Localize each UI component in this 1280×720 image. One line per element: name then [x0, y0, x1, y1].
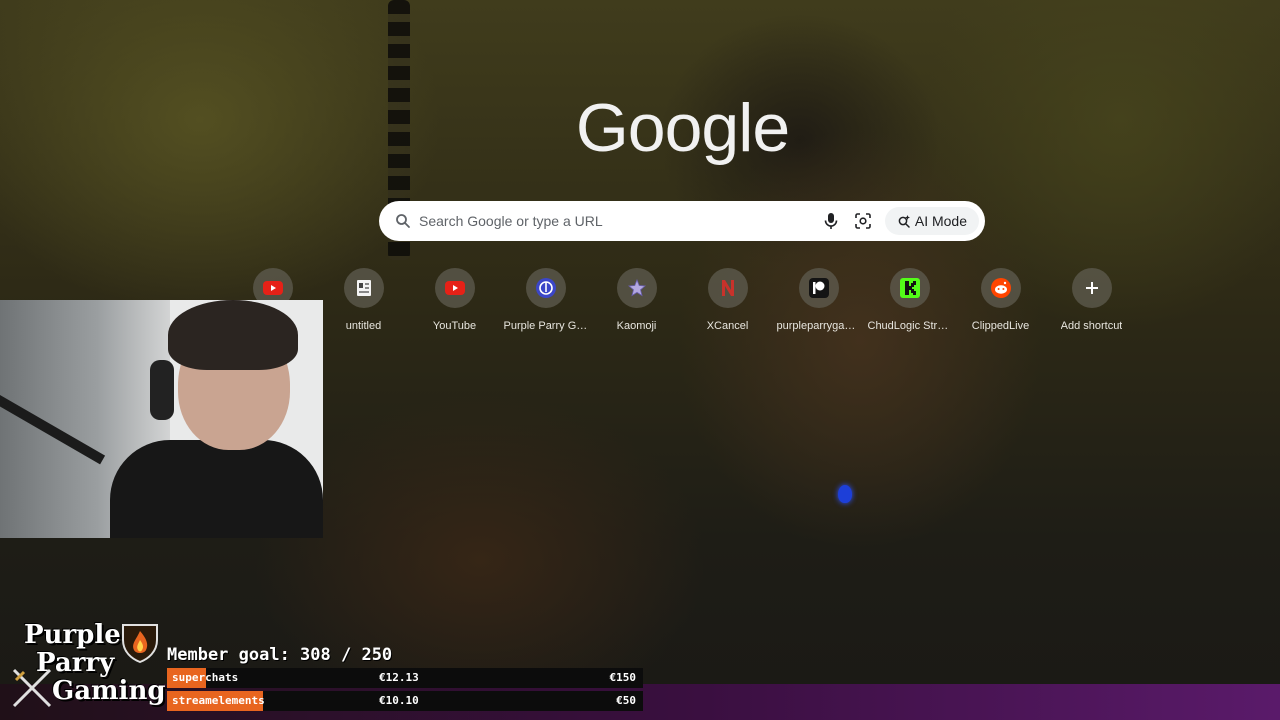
- ai-mode-label: AI Mode: [914, 213, 967, 229]
- shortcut-tile[interactable]: purpleparrygam...: [773, 268, 864, 338]
- streamer-hair: [168, 300, 298, 370]
- shortcut-title: Add shortcut: [1060, 320, 1123, 332]
- kick-icon: [899, 278, 920, 298]
- youtube-icon: [444, 278, 465, 298]
- shortcut-icon-circle: [798, 268, 839, 308]
- search-icon: [395, 213, 411, 229]
- star-icon: [627, 278, 647, 298]
- goal-current: €12.13: [379, 671, 419, 684]
- member-goal-text: Member goal: 308 / 250: [167, 645, 393, 665]
- shortcut-icon-circle: [343, 268, 384, 308]
- reddit-icon: [990, 278, 1011, 298]
- donation-goals: superchats €12.13 €150 streamelements €1…: [167, 668, 643, 712]
- brand-line-3: Gaming: [52, 676, 166, 706]
- shortcut-title: Kaomoji: [616, 320, 657, 332]
- youtube-icon: [262, 278, 283, 298]
- goal-current: €10.10: [379, 694, 419, 707]
- shield-flame-icon: [122, 624, 158, 664]
- document-icon: [354, 278, 374, 298]
- shortcut-tile[interactable]: XCancel: [682, 268, 773, 338]
- cursor-highlight: [838, 485, 852, 503]
- goal-name: streamelements: [172, 694, 265, 707]
- goal-name: superchats: [172, 671, 239, 684]
- shortcut-tile[interactable]: Kaomoji: [591, 268, 682, 338]
- goal-bar-superchats: superchats €12.13 €150: [167, 668, 643, 688]
- shortcut-icon-circle: [1071, 268, 1112, 308]
- headphones-icon: [150, 360, 174, 420]
- shortcut-icon-circle: [707, 268, 748, 308]
- shortcut-title: ClippedLive: [971, 320, 1030, 332]
- shortcut-title: YouTube: [432, 320, 477, 332]
- shortcut-title: XCancel: [706, 320, 749, 332]
- patreon-icon: [808, 278, 829, 298]
- goal-target: €50: [616, 694, 636, 707]
- crossed-swords-icon: [12, 668, 52, 708]
- channel-logo: Purple Parry Gaming: [10, 620, 166, 715]
- shortcut-icon-circle: [434, 268, 475, 308]
- shortcut-title: ChudLogic Stre...: [867, 320, 952, 332]
- shortcut-tile[interactable]: YouTube: [409, 268, 500, 338]
- sparkle-search-icon: [898, 215, 910, 228]
- shortcut-icon-circle: [980, 268, 1021, 308]
- goal-bar-streamelements: streamelements €10.10 €50: [167, 691, 643, 711]
- shortcut-title: purpleparrygam...: [776, 320, 861, 332]
- shortcut-icon-circle: [889, 268, 930, 308]
- brand-line-1: Purple: [24, 620, 121, 650]
- shortcut-tile[interactable]: ClippedLive: [955, 268, 1046, 338]
- plus-icon: [1082, 278, 1102, 298]
- microphone-icon[interactable]: [817, 207, 845, 235]
- anchor-icon: [535, 278, 556, 298]
- n-letter-icon: [718, 278, 738, 298]
- shortcut-icon-circle: [616, 268, 657, 308]
- ai-mode-button[interactable]: AI Mode: [884, 207, 979, 235]
- search-input[interactable]: [419, 201, 817, 241]
- webcam-overlay: [0, 300, 323, 538]
- goal-target: €150: [609, 671, 637, 684]
- shortcut-title: Purple Parry Ga...: [503, 320, 588, 332]
- google-lens-icon[interactable]: [849, 207, 877, 235]
- search-box[interactable]: AI Mode: [379, 201, 985, 241]
- add-shortcut-button[interactable]: Add shortcut: [1046, 268, 1137, 338]
- shortcut-tile[interactable]: untitled: [318, 268, 409, 338]
- google-logo: Google: [575, 90, 790, 166]
- shortcut-title: untitled: [345, 320, 382, 332]
- mic-arm: [0, 390, 106, 465]
- shortcut-grid: untitled YouTube Purple Parry Ga... Kaom…: [227, 268, 1137, 338]
- shortcut-icon-circle: [525, 268, 566, 308]
- shortcut-tile[interactable]: Purple Parry Ga...: [500, 268, 591, 338]
- shortcut-tile[interactable]: ChudLogic Stre...: [864, 268, 955, 338]
- streamer-body: [110, 440, 323, 538]
